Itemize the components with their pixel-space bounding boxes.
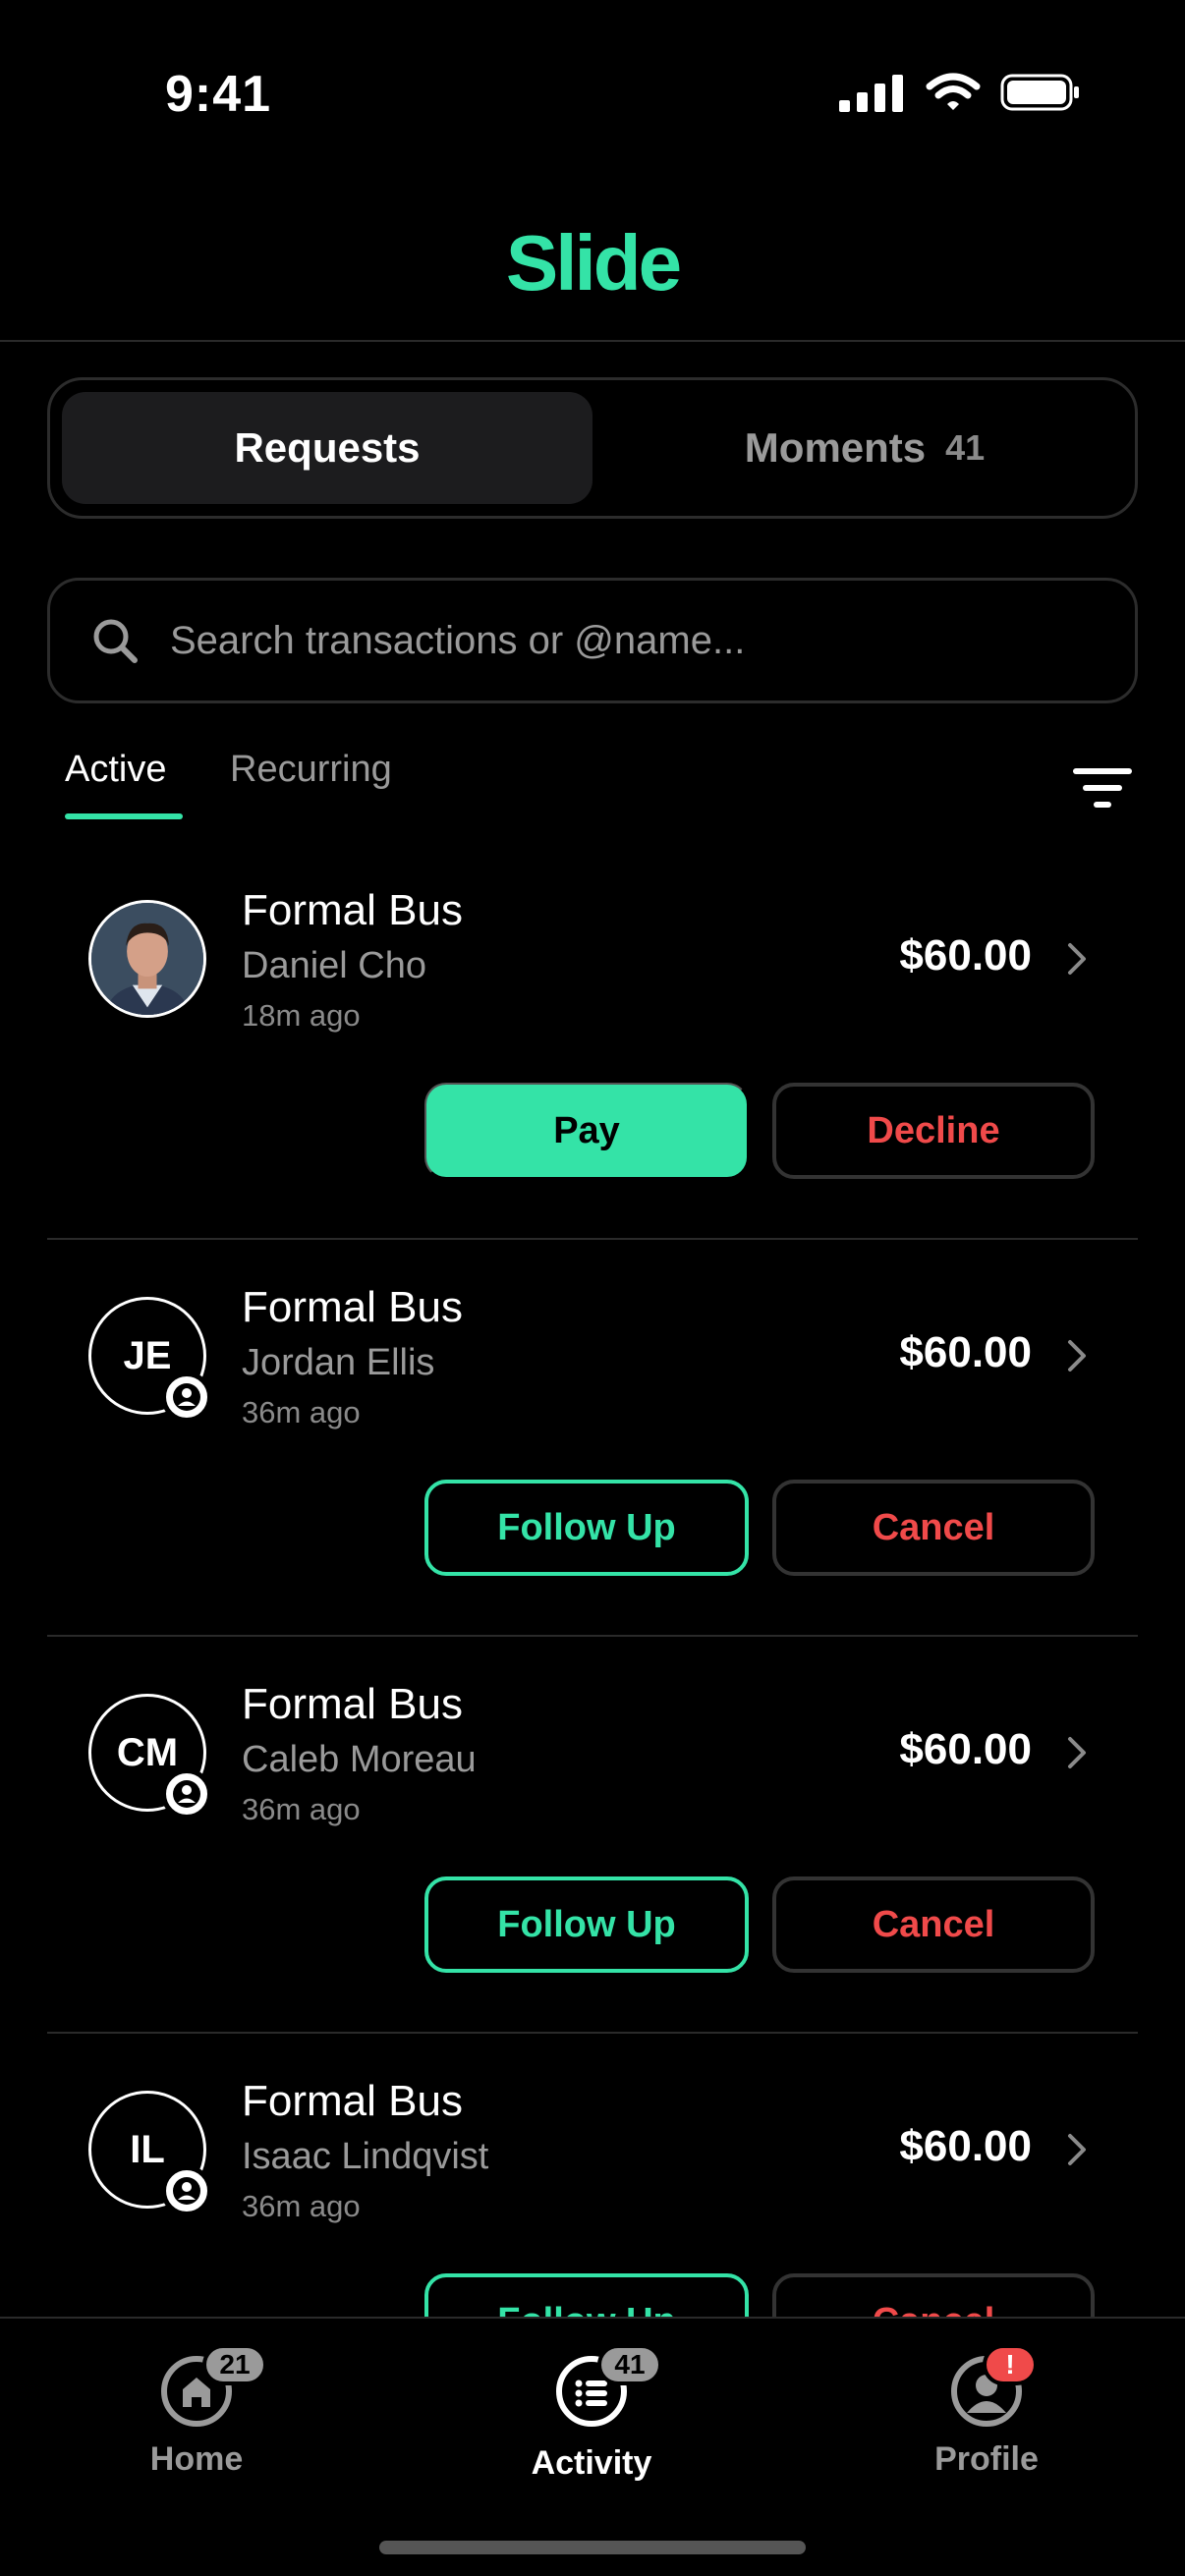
segmented-control: Requests Moments 41	[47, 377, 1138, 519]
tab-home[interactable]: 21 Home	[49, 2319, 344, 2515]
follow-up-button[interactable]: Follow Up	[424, 2273, 749, 2319]
battery-icon	[1000, 74, 1079, 111]
chevron-right-icon[interactable]	[1065, 2132, 1089, 2167]
filter-icon[interactable]	[1073, 766, 1132, 812]
activity-icon-wrap: 41	[554, 2344, 662, 2429]
request-name: Caleb Moreau	[242, 1739, 477, 1780]
person-icon	[161, 1768, 212, 1820]
status-time: 9:41	[165, 66, 272, 123]
request-amount: $60.00	[899, 1328, 1032, 1376]
profile-icon-wrap: !	[949, 2344, 1038, 2429]
home-badge: 21	[202, 2344, 267, 2385]
moments-count: 41	[945, 427, 986, 468]
avatar-initials: IL	[130, 2127, 165, 2171]
tab-activity[interactable]: 41 Activity	[444, 2319, 739, 2515]
activity-badge: 41	[597, 2344, 662, 2385]
wifi-icon	[926, 73, 981, 110]
request-title: Formal Bus	[242, 1283, 463, 1331]
cancel-button[interactable]: Cancel	[772, 1876, 1095, 1973]
filter-tab-active-label: Active	[65, 749, 167, 790]
home-icon-wrap: 21	[159, 2344, 267, 2429]
app-logo: Slide	[505, 219, 682, 307]
request-title: Formal Bus	[242, 2077, 463, 2125]
profile-photo	[91, 903, 203, 1015]
avatar	[88, 900, 206, 1018]
tab-bar: 21 Home 41 Activity ! Profile	[0, 2317, 1185, 2576]
avatar-initials: JE	[123, 1333, 172, 1377]
request-name: Daniel Cho	[242, 945, 426, 986]
request-name: Jordan Ellis	[242, 1342, 435, 1383]
request-row[interactable]: JE Formal Bus Jordan Ellis 36m ago $60.0…	[47, 1240, 1138, 1637]
request-time: 36m ago	[242, 1792, 361, 1826]
person-icon	[161, 1372, 212, 1423]
request-title: Formal Bus	[242, 1680, 463, 1728]
request-amount: $60.00	[899, 1725, 1032, 1773]
chevron-right-icon[interactable]	[1065, 1338, 1089, 1373]
person-icon	[161, 2165, 212, 2216]
active-tab-indicator	[65, 813, 183, 819]
avatar-initials: CM	[116, 1730, 179, 1774]
filter-tab-active[interactable]: Active	[65, 749, 183, 819]
app-header: Slide	[0, 196, 1185, 342]
pay-button[interactable]: Pay	[424, 1083, 749, 1179]
request-list: Formal Bus Daniel Cho 18m ago $60.00 Pay…	[47, 843, 1138, 2319]
cancel-button[interactable]: Cancel	[772, 1480, 1095, 1576]
request-row[interactable]: Formal Bus Daniel Cho 18m ago $60.00 Pay…	[47, 843, 1138, 1240]
status-bar: 9:41	[0, 0, 1185, 147]
profile-alert-badge: !	[983, 2344, 1038, 2385]
tab-activity-label: Activity	[531, 2444, 652, 2482]
request-title: Formal Bus	[242, 886, 463, 934]
follow-up-button[interactable]: Follow Up	[424, 1876, 749, 1973]
tab-moments[interactable]: Moments 41	[604, 392, 1125, 504]
request-row[interactable]: IL Formal Bus Isaac Lindqvist 36m ago $6…	[47, 2034, 1138, 2319]
search-bar[interactable]	[47, 578, 1138, 703]
search-input[interactable]	[170, 618, 1054, 663]
tab-requests[interactable]: Requests	[62, 392, 592, 504]
request-time: 18m ago	[242, 998, 361, 1033]
status-icons	[839, 73, 1081, 112]
follow-up-button[interactable]: Follow Up	[424, 1480, 749, 1576]
request-amount: $60.00	[899, 931, 1032, 980]
signal-icon	[839, 75, 903, 112]
tab-moments-label: Moments	[744, 424, 927, 471]
request-name: Isaac Lindqvist	[242, 2136, 489, 2177]
request-row[interactable]: CM Formal Bus Caleb Moreau 36m ago $60.0…	[47, 1637, 1138, 2034]
home-indicator	[379, 2541, 806, 2554]
request-amount: $60.00	[899, 2122, 1032, 2170]
cancel-button[interactable]: Cancel	[772, 2273, 1095, 2319]
tab-profile[interactable]: ! Profile	[839, 2319, 1134, 2515]
tab-requests-label: Requests	[234, 424, 421, 471]
decline-button[interactable]: Decline	[772, 1083, 1095, 1179]
search-icon	[93, 619, 138, 663]
request-time: 36m ago	[242, 1395, 361, 1429]
tab-profile-label: Profile	[934, 2440, 1039, 2478]
chevron-right-icon[interactable]	[1065, 1735, 1089, 1770]
tab-home-label: Home	[149, 2440, 244, 2478]
request-time: 36m ago	[242, 2189, 361, 2223]
filter-tab-recurring[interactable]: Recurring	[230, 749, 392, 819]
filter-tab-recurring-label: Recurring	[230, 749, 392, 790]
chevron-right-icon[interactable]	[1065, 941, 1089, 977]
